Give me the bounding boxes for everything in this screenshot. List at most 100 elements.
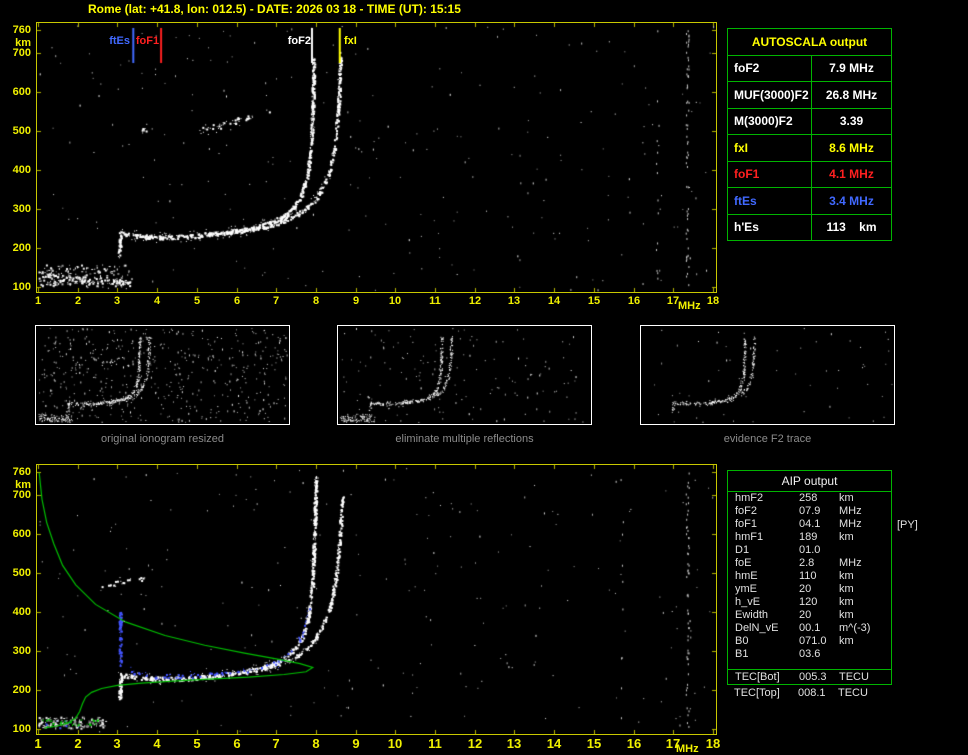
param-unit: MHz: [839, 518, 862, 530]
x-axis-tick-label: 1: [27, 295, 49, 307]
table-row: foF1 4.1 MHz: [728, 162, 891, 189]
param-value: 258: [799, 492, 839, 505]
app-root: Rome (lat: +41.8, lon: 012.5) - DATE: 20…: [0, 0, 968, 755]
param-label: ftEs: [728, 188, 812, 214]
x-axis-tick-label: 5: [186, 295, 208, 307]
ftes-marker-label: ftEs: [101, 35, 130, 47]
param-value: 113 km: [812, 215, 891, 241]
x-axis-tick-label: 12: [464, 295, 486, 307]
bottom-ionogram-canvas: [36, 464, 717, 735]
table-row: h'Es 113 km: [728, 215, 891, 241]
x-axis-unit-label: MHz: [676, 743, 699, 755]
x-axis-tick-label: 2: [67, 295, 89, 307]
param-unit: km: [839, 635, 854, 647]
param-label: hmF2: [735, 492, 799, 505]
py-annotation: [PY]: [897, 519, 918, 531]
thumbnail-original-ionogram: [35, 325, 290, 425]
param-label: foE: [735, 557, 799, 570]
x-axis-tick-label: 16: [623, 295, 645, 307]
table-row: hmE110km: [728, 570, 891, 583]
param-value: 3.4 MHz: [812, 188, 891, 214]
table-row: DelN_vE00.1m^(-3): [728, 622, 891, 635]
param-unit: MHz: [839, 505, 862, 517]
y-axis-tick-label: 400: [4, 606, 31, 618]
table-row: foF2 7.9 MHz: [728, 56, 891, 83]
param-unit: TECU: [839, 671, 869, 683]
param-value: 120: [799, 596, 839, 609]
table-title: AUTOSCALA output: [728, 29, 891, 56]
x-axis-tick-label: 4: [146, 737, 168, 751]
y-axis-tick-label: 400: [4, 164, 31, 176]
y-axis-unit-label: km: [4, 479, 31, 491]
param-unit: km: [839, 583, 854, 595]
x-axis-tick-label: 16: [623, 737, 645, 751]
table-row: ftEs 3.4 MHz: [728, 188, 891, 215]
param-value: 8.6 MHz: [812, 135, 891, 161]
param-label: MUF(3000)F2: [728, 82, 812, 108]
param-unit: m^(-3): [839, 622, 870, 634]
param-value: 189: [799, 531, 839, 544]
y-axis-tick-label: 100: [4, 281, 31, 293]
x-axis-tick-label: 13: [503, 737, 525, 751]
param-unit: km: [839, 609, 854, 621]
x-axis-tick-label: 9: [345, 737, 367, 751]
param-label: foF2: [728, 56, 812, 82]
x-axis-tick-label: 14: [543, 737, 565, 751]
page-title: Rome (lat: +41.8, lon: 012.5) - DATE: 20…: [88, 2, 461, 16]
param-value: 03.6: [799, 648, 839, 661]
param-label: h_vE: [735, 596, 799, 609]
table-row: Ewidth20km: [728, 609, 891, 622]
table-row: ymE20km: [728, 583, 891, 596]
table-row: h_vE120km: [728, 596, 891, 609]
x-axis-tick-label: 12: [464, 737, 486, 751]
thumbnail-multiple-reflections-removed: [337, 325, 592, 425]
thumbnail-f2-trace-evidence: [640, 325, 895, 425]
param-value: 110: [799, 570, 839, 583]
table-row: TEC[Top]008.1TECU: [727, 687, 897, 700]
y-axis-tick-label: 760: [4, 24, 31, 36]
x-axis-tick-label: 13: [503, 295, 525, 307]
param-label: fxI: [728, 135, 812, 161]
param-label: Ewidth: [735, 609, 799, 622]
y-axis-tick-label: 300: [4, 645, 31, 657]
autoscala-output-table: AUTOSCALA output foF2 7.9 MHz MUF(3000)F…: [727, 28, 892, 241]
y-axis-tick-label: 500: [4, 125, 31, 137]
param-value: 2.8: [799, 557, 839, 570]
param-value: 26.8 MHz: [812, 82, 891, 108]
y-axis-tick-label: 200: [4, 242, 31, 254]
y-axis-tick-label: 760: [4, 466, 31, 478]
param-unit: TECU: [838, 687, 868, 699]
param-label: hmE: [735, 570, 799, 583]
x-axis-tick-label: 8: [305, 737, 327, 751]
y-axis-tick-label: 200: [4, 684, 31, 696]
param-label: D1: [735, 544, 799, 557]
y-axis-tick-label: 300: [4, 203, 31, 215]
thumbnail-caption: eliminate multiple reflections: [337, 433, 592, 445]
table-row: foE2.8MHz: [728, 557, 891, 570]
table-row: D101.0: [728, 544, 891, 557]
param-value: 4.1 MHz: [812, 162, 891, 188]
param-value: 20: [799, 609, 839, 622]
table-row: hmF2258km: [728, 492, 891, 505]
x-axis-unit-label: MHz: [678, 300, 701, 312]
x-axis-tick-label: 15: [583, 295, 605, 307]
param-value: 005.3: [799, 670, 839, 684]
param-label: M(3000)F2: [728, 109, 812, 135]
x-axis-tick-label: 11: [424, 737, 446, 751]
x-axis-tick-label: 18: [702, 295, 724, 307]
x-axis-tick-label: 15: [583, 737, 605, 751]
table-row: M(3000)F2 3.39: [728, 109, 891, 136]
param-value: 008.1: [798, 687, 838, 700]
x-axis-tick-label: 7: [265, 295, 287, 307]
x-axis-tick-label: 9: [345, 295, 367, 307]
param-unit: km: [839, 492, 854, 504]
table-row: foF104.1MHz: [728, 518, 891, 531]
param-unit: km: [839, 570, 854, 582]
table-title: AIP output: [728, 471, 891, 492]
param-label: ymE: [735, 583, 799, 596]
param-value: 04.1: [799, 518, 839, 531]
param-label: foF1: [728, 162, 812, 188]
param-label: DelN_vE: [735, 622, 799, 635]
x-axis-tick-label: 7: [265, 737, 287, 751]
table-row: B103.6: [728, 648, 891, 661]
